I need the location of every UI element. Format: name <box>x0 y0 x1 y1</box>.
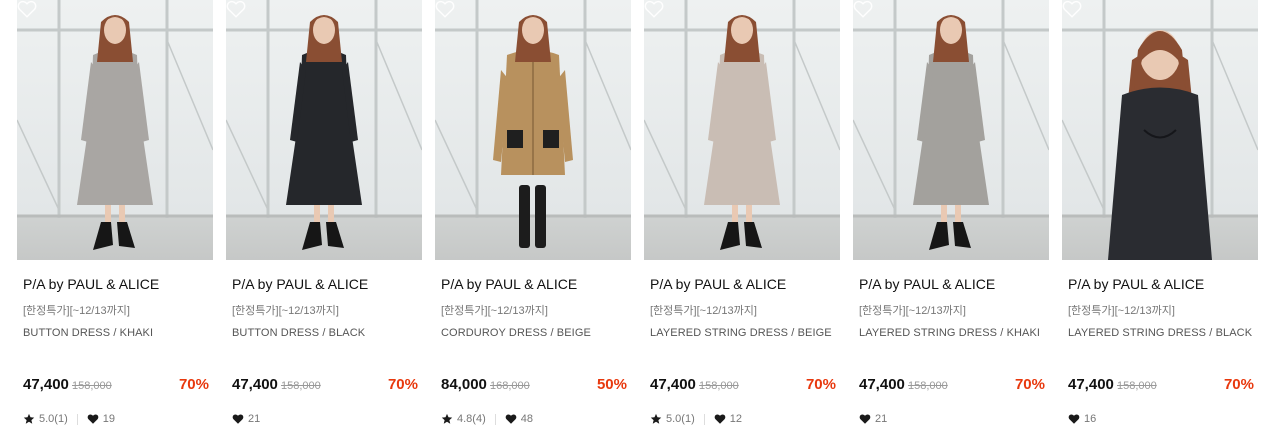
heart-filled-icon <box>714 414 726 424</box>
heart-filled-icon <box>87 414 99 424</box>
original-price: 158,000 <box>281 380 321 392</box>
likes: 12 <box>714 413 742 425</box>
product-name[interactable]: LAYERED STRING DRESS / KHAKI <box>859 327 1040 339</box>
rating: 4.8(4) <box>441 413 486 425</box>
discount-rate: 70% <box>1014 376 1045 393</box>
product-image[interactable] <box>17 0 213 260</box>
rating-value: 5.0(1) <box>39 413 68 425</box>
product-card-1[interactable]: P/A by PAUL & ALICE [한정특가][~12/13까지] BUT… <box>17 0 213 446</box>
product-card-2[interactable]: P/A by PAUL & ALICE [한정특가][~12/13까지] BUT… <box>226 0 422 446</box>
sale-price: 84,000 <box>441 376 487 393</box>
promo-label: [한정특가][~12/13까지] <box>23 305 130 317</box>
product-grid: P/A by PAUL & ALICE [한정특가][~12/13까지] BUT… <box>17 0 1258 446</box>
model-figure <box>853 0 1049 250</box>
sale-price: 47,400 <box>23 376 69 393</box>
heart-filled-icon <box>1068 414 1080 424</box>
likes-count: 16 <box>1084 413 1097 425</box>
product-name[interactable]: CORDUROY DRESS / BEIGE <box>441 327 591 339</box>
star-icon <box>650 413 662 424</box>
discount-rate: 70% <box>805 376 836 393</box>
heart-filled-icon <box>859 414 871 424</box>
star-icon <box>441 413 453 424</box>
likes-count: 19 <box>102 413 115 425</box>
model-figure <box>1062 0 1258 260</box>
model-figure <box>435 0 631 248</box>
original-price: 168,000 <box>490 380 530 392</box>
meta-divider <box>494 413 496 425</box>
product-name[interactable]: BUTTON DRESS / KHAKI <box>23 327 153 339</box>
product-card-6[interactable]: P/A by PAUL & ALICE [한정특가][~12/13까지] LAY… <box>1062 0 1258 446</box>
discount-rate: 70% <box>1223 376 1254 393</box>
wishlist-heart-icon[interactable] <box>1062 0 1082 18</box>
product-name[interactable]: BUTTON DRESS / BLACK <box>232 327 365 339</box>
rating-value: 4.8(4) <box>457 413 486 425</box>
wishlist-heart-icon[interactable] <box>644 0 664 18</box>
product-card-4[interactable]: P/A by PAUL & ALICE [한정특가][~12/13까지] LAY… <box>644 0 840 446</box>
product-name[interactable]: LAYERED STRING DRESS / BLACK <box>1068 327 1252 339</box>
likes-count: 48 <box>520 413 533 425</box>
product-meta: 4.8(4) 48 <box>441 411 533 427</box>
likes: 48 <box>505 413 533 425</box>
original-price: 158,000 <box>1117 380 1157 392</box>
promo-label: [한정특가][~12/13까지] <box>650 305 757 317</box>
rating-value: 5.0(1) <box>666 413 695 425</box>
product-name[interactable]: LAYERED STRING DRESS / BEIGE <box>650 327 832 339</box>
product-card-3[interactable]: P/A by PAUL & ALICE [한정특가][~12/13까지] COR… <box>435 0 631 446</box>
discount-rate: 70% <box>178 376 209 393</box>
product-card-5[interactable]: P/A by PAUL & ALICE [한정특가][~12/13까지] LAY… <box>853 0 1049 446</box>
product-meta: 5.0(1) 12 <box>650 411 742 427</box>
product-meta: 5.0(1) 19 <box>23 411 115 427</box>
sale-price: 47,400 <box>650 376 696 393</box>
original-price: 158,000 <box>908 380 948 392</box>
wishlist-heart-icon[interactable] <box>435 0 455 18</box>
original-price: 158,000 <box>72 380 112 392</box>
model-figure <box>17 0 213 250</box>
likes-count: 21 <box>248 413 261 425</box>
brand-name[interactable]: P/A by PAUL & ALICE <box>650 276 786 292</box>
discount-rate: 70% <box>387 376 418 393</box>
wishlist-heart-icon[interactable] <box>226 0 246 18</box>
product-meta: 21 <box>232 411 260 427</box>
meta-divider <box>76 413 78 425</box>
likes: 21 <box>232 413 260 425</box>
sale-price: 47,400 <box>859 376 905 393</box>
promo-label: [한정특가][~12/13까지] <box>1068 305 1175 317</box>
product-image[interactable] <box>853 0 1049 260</box>
sale-price: 47,400 <box>232 376 278 393</box>
wishlist-heart-icon[interactable] <box>17 0 37 18</box>
wishlist-heart-icon[interactable] <box>853 0 873 18</box>
product-image[interactable] <box>226 0 422 260</box>
model-figure <box>644 0 840 250</box>
meta-divider <box>703 413 705 425</box>
rating: 5.0(1) <box>650 413 695 425</box>
promo-label: [한정특가][~12/13까지] <box>441 305 548 317</box>
product-image[interactable] <box>435 0 631 260</box>
sale-price: 47,400 <box>1068 376 1114 393</box>
star-icon <box>23 413 35 424</box>
promo-label: [한정특가][~12/13까지] <box>859 305 966 317</box>
brand-name[interactable]: P/A by PAUL & ALICE <box>441 276 577 292</box>
rating: 5.0(1) <box>23 413 68 425</box>
model-figure <box>226 0 422 250</box>
likes: 21 <box>859 413 887 425</box>
likes: 16 <box>1068 413 1096 425</box>
promo-label: [한정특가][~12/13까지] <box>232 305 339 317</box>
product-image[interactable] <box>1062 0 1258 260</box>
original-price: 158,000 <box>699 380 739 392</box>
brand-name[interactable]: P/A by PAUL & ALICE <box>1068 276 1204 292</box>
brand-name[interactable]: P/A by PAUL & ALICE <box>859 276 995 292</box>
discount-rate: 50% <box>596 376 627 393</box>
likes-count: 21 <box>875 413 888 425</box>
likes-count: 12 <box>729 413 742 425</box>
heart-filled-icon <box>232 414 244 424</box>
product-image[interactable] <box>644 0 840 260</box>
product-meta: 21 <box>859 411 887 427</box>
brand-name[interactable]: P/A by PAUL & ALICE <box>232 276 368 292</box>
likes: 19 <box>87 413 115 425</box>
heart-filled-icon <box>505 414 517 424</box>
brand-name[interactable]: P/A by PAUL & ALICE <box>23 276 159 292</box>
product-meta: 16 <box>1068 411 1096 427</box>
